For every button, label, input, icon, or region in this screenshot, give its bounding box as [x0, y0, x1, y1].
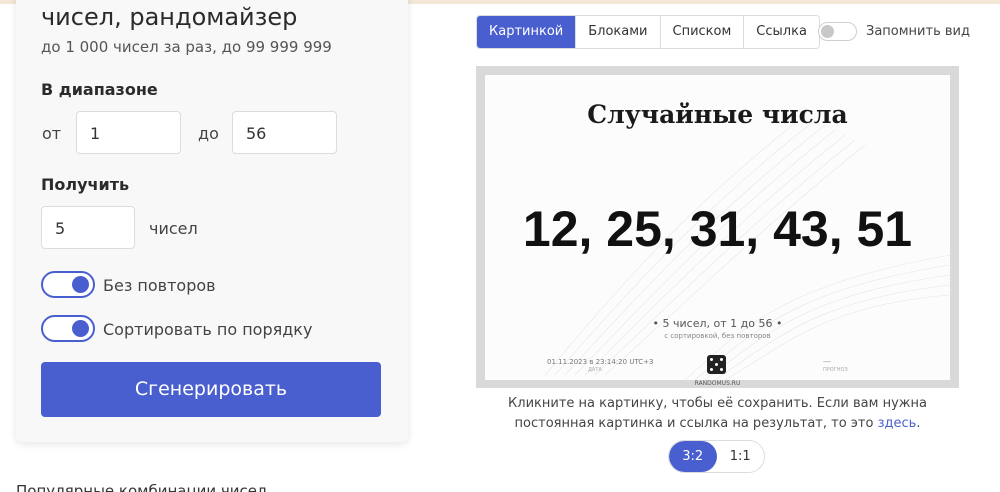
from-label: от — [42, 124, 62, 143]
picture-title: Случайные числа — [587, 100, 848, 129]
sort-label: Сортировать по порядку — [103, 320, 313, 339]
dice-icon — [707, 355, 726, 374]
picture-forecast-caption: ПРОГНОЗ — [823, 367, 848, 373]
popular-combinations-heading: Популярные комбинации чисел — [16, 482, 267, 492]
remember-view-label: Запомнить вид — [866, 24, 970, 39]
hint-link[interactable]: здесь — [878, 416, 917, 431]
to-input[interactable]: 56 — [232, 111, 337, 154]
no-repeat-label: Без повторов — [103, 276, 216, 295]
toggle-knob — [72, 320, 89, 337]
tab-link[interactable]: Ссылка — [743, 16, 819, 48]
tab-blocks[interactable]: Блоками — [575, 16, 660, 48]
picture-meta-options: с сортировкой, без повторов — [664, 332, 771, 340]
aspect-ratio-switch: 3:2 1:1 — [668, 440, 765, 473]
picture-meta: • 5 чисел, от 1 до 56 • — [652, 317, 783, 330]
generator-subtitle: до 1 000 чисел за раз, до 99 999 999 — [41, 38, 332, 56]
hint-text: Кликните на картинку, чтобы её сохранить… — [508, 396, 927, 431]
ratio-1-1[interactable]: 1:1 — [717, 441, 765, 472]
range-label: В диапазоне — [41, 80, 158, 99]
tab-list[interactable]: Списком — [659, 16, 744, 48]
generator-title: чисел, рандомайзер — [41, 3, 298, 31]
count-label: Получить — [41, 175, 130, 194]
picture-brand: RANDOMUS.RU — [694, 380, 741, 387]
save-hint: Кликните на картинку, чтобы её сохранить… — [476, 394, 959, 434]
ratio-3-2[interactable]: 3:2 — [669, 441, 717, 472]
view-tabs: Картинкой Блоками Списком Ссылка — [476, 15, 820, 49]
toggle-knob — [821, 25, 834, 38]
hint-end: . — [916, 416, 921, 431]
generate-button[interactable]: Сгенерировать — [41, 362, 381, 417]
picture-date: 01.11.2023 в 23:14:20 UTC+3 — [547, 358, 654, 366]
from-input[interactable]: 1 — [76, 111, 181, 154]
remember-view-toggle[interactable] — [818, 22, 857, 41]
result-picture[interactable]: Случайные числа 12, 25, 31, 43, 51 • 5 ч… — [485, 75, 950, 380]
count-unit-label: чисел — [149, 219, 198, 238]
toggle-knob — [72, 276, 89, 293]
count-input[interactable]: 5 — [41, 206, 135, 249]
sort-toggle[interactable] — [41, 315, 95, 342]
to-label: до — [198, 124, 219, 143]
no-repeat-toggle[interactable] — [41, 271, 95, 298]
picture-date-caption: ДАТА — [588, 367, 602, 373]
picture-numbers: 12, 25, 31, 43, 51 — [522, 201, 913, 257]
tab-picture[interactable]: Картинкой — [477, 16, 576, 48]
picture-forecast-value: — — [823, 357, 831, 366]
